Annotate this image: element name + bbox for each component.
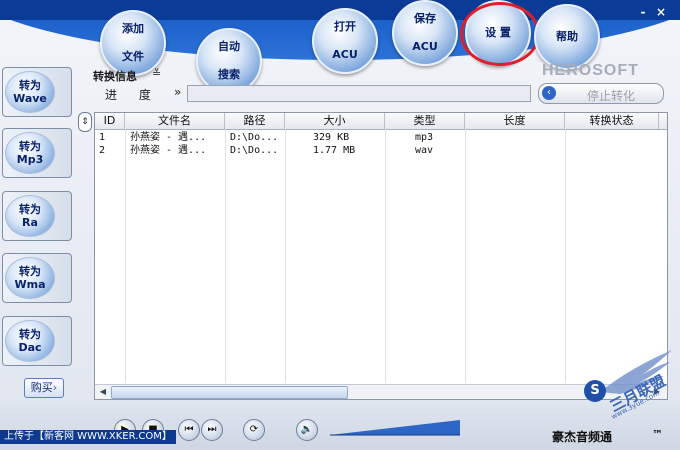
auto-search-label: 自动 搜索: [218, 40, 240, 81]
watermark-seal: S: [584, 380, 606, 402]
save-acu-button[interactable]: 保存 ACU: [392, 0, 458, 66]
buy-button[interactable]: 购买›: [24, 378, 64, 398]
add-file-label: 添加 文件: [122, 22, 144, 63]
cell-size: 1.77 MB: [313, 145, 356, 156]
convert-wma-orb: 转为 Wma: [5, 257, 55, 299]
convert-mp3-orb: 转为 Mp3: [5, 132, 55, 174]
repeat-icon[interactable]: ⟳: [243, 419, 265, 441]
column-header-length[interactable]: 长度: [465, 113, 565, 129]
stop-conversion-label: 停止转化: [586, 89, 635, 103]
cell-id: 1: [99, 132, 106, 143]
convert-dac-button[interactable]: 转为 Dac: [2, 316, 72, 366]
close-button[interactable]: ×: [654, 6, 668, 18]
conversion-info-label: 转换信息: [93, 70, 137, 83]
help-button[interactable]: 帮助: [534, 4, 600, 70]
column-header-filename[interactable]: 文件名: [125, 113, 225, 129]
convert-dac-orb: 转为 Dac: [5, 320, 55, 362]
cell-type: mp3: [415, 132, 434, 143]
column-header-path[interactable]: 路径: [225, 113, 285, 129]
progress-bar: [187, 85, 531, 102]
volume-icon[interactable]: 🔈: [296, 419, 318, 441]
cell-path: D:\Do...: [230, 145, 279, 156]
scroll-left-icon[interactable]: ◀: [97, 386, 109, 397]
column-header-size[interactable]: 大小: [285, 113, 385, 129]
brand-logo: HEROSOFT: [542, 62, 639, 79]
progress-label: 进 度: [105, 88, 160, 102]
stop-conversion-button[interactable]: ‹ 停止转化: [538, 83, 664, 104]
cell-filename: 孙燕姿 - 遇...: [130, 132, 207, 143]
open-acu-button[interactable]: 打开 ACU: [312, 8, 378, 74]
open-acu-label: 打开 ACU: [332, 20, 358, 61]
previous-track-icon[interactable]: ⏮: [178, 419, 200, 441]
help-label: 帮助: [556, 30, 578, 43]
watermark-logo: S 三月联盟 www.3yue.com: [580, 348, 676, 440]
convert-wma-button[interactable]: 转为 Wma: [2, 253, 72, 303]
volume-slider[interactable]: [330, 418, 460, 436]
app-window: - × 添加 文件 自动 搜索 打开 ACU 保存 ACU 设 置 帮助 HEROSOF…: [0, 0, 680, 450]
convert-wave-button[interactable]: 转为 Wave: [2, 67, 72, 117]
convert-ra-button[interactable]: 转为 Ra: [2, 191, 72, 241]
upload-credit: 上传于【新客网 WWW.XKER.COM】: [0, 430, 176, 444]
minimize-button[interactable]: -: [636, 6, 650, 18]
collapse-panel-icon[interactable]: ⇕: [78, 112, 92, 132]
cell-filename: 孙燕姿 - 遇...: [130, 145, 207, 156]
collapse-toggle-icon[interactable]: ≚: [152, 67, 161, 80]
convert-ra-orb: 转为 Ra: [5, 195, 55, 237]
convert-mp3-button[interactable]: 转为 Mp3: [2, 128, 72, 178]
save-acu-label: 保存 ACU: [412, 12, 438, 53]
table-header: ID 文件名 路径 大小 类型 长度 转换状态: [95, 113, 667, 130]
scrollbar-thumb[interactable]: [111, 386, 348, 399]
cell-path: D:\Do...: [230, 132, 279, 143]
column-header-status[interactable]: 转换状态: [565, 113, 659, 129]
chevron-right-icon: ›: [52, 381, 58, 394]
cell-type: wav: [415, 145, 434, 156]
volume-level: [330, 420, 460, 435]
cell-id: 2: [99, 145, 106, 156]
convert-wave-orb: 转为 Wave: [5, 71, 55, 113]
chevron-left-icon: ‹: [542, 86, 556, 100]
highlight-circle: [460, 2, 540, 66]
progress-arrow-icon: »: [174, 85, 182, 99]
column-header-id[interactable]: ID: [95, 113, 125, 129]
cell-size: 329 KB: [313, 132, 350, 143]
column-header-type[interactable]: 类型: [385, 113, 465, 129]
next-track-icon[interactable]: ⏭: [201, 419, 223, 441]
